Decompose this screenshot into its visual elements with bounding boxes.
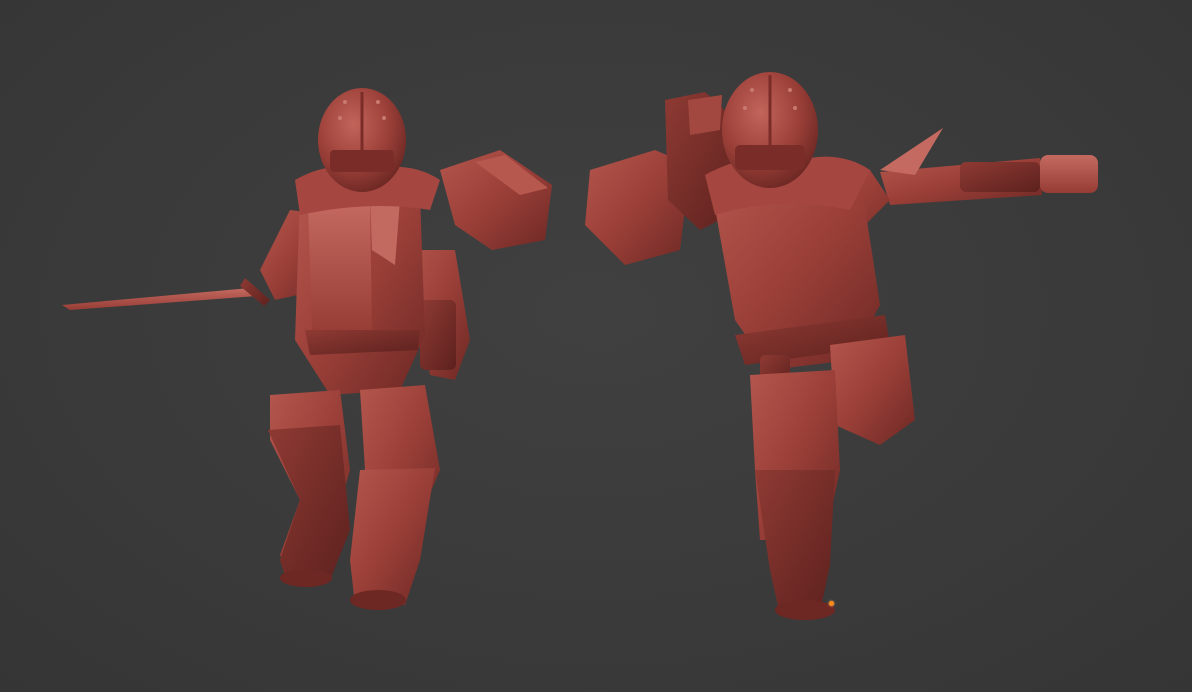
leg-right-a <box>830 335 915 445</box>
boot-right <box>755 470 835 615</box>
boot-left-b <box>350 468 435 605</box>
sculpt-scene <box>62 72 1098 620</box>
boot-left-a <box>268 425 350 585</box>
3d-viewport[interactable] <box>0 0 1192 692</box>
miniature-left[interactable] <box>62 88 552 610</box>
origin-marker <box>829 601 834 606</box>
helmet-left <box>318 88 406 192</box>
pistol-muzzle <box>1040 155 1098 193</box>
sword-blade <box>62 288 256 310</box>
breastplate-left <box>308 200 372 335</box>
miniature-right[interactable] <box>585 72 1098 620</box>
helmet-right <box>722 72 818 188</box>
